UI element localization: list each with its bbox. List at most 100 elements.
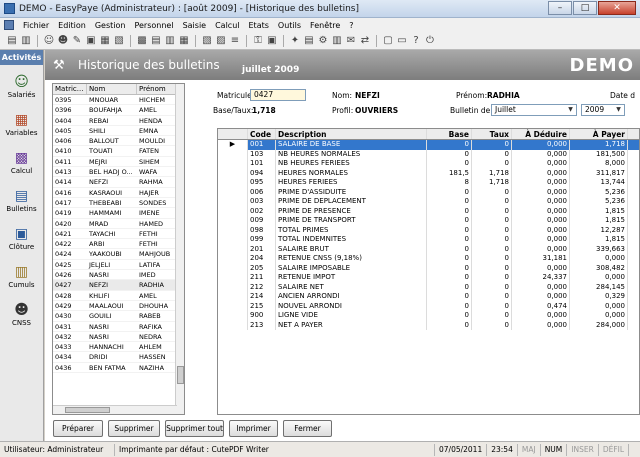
preparer-button[interactable]: Préparer [53, 420, 103, 437]
table-row[interactable]: 211 RETENUE IMPOT 0 0 24,337 0,000 [218, 273, 639, 283]
menu-personnel[interactable]: Personnel [134, 21, 173, 30]
sidebar-item-cumuls[interactable]: ▥ Cumuls [0, 260, 43, 293]
list-item[interactable]: 0428 KHLIFI AMEL [53, 291, 184, 301]
list-item[interactable]: 0416 KASRAOUI HAJER [53, 188, 184, 198]
close-button[interactable]: ✕ [598, 1, 636, 15]
menu-fenetre[interactable]: Fenêtre [310, 21, 340, 30]
sidebar-item-variables[interactable]: ▦ Variables [0, 108, 43, 141]
supprimer-button[interactable]: Supprimer [108, 420, 160, 437]
table-row[interactable]: 214 ANCIEN ARRONDI 0 0 0,000 0,329 [218, 292, 639, 302]
supprimer-tout-button[interactable]: Supprimer tout [165, 420, 224, 437]
list-item[interactable]: 0395 MNOUAR HICHEM [53, 95, 184, 106]
preview-icon[interactable]: ▥ [331, 35, 343, 47]
table-row[interactable]: 003 PRIME DE DEPLACEMENT 0 0 0,000 5,236 [218, 197, 639, 207]
menu-help[interactable]: ? [349, 21, 353, 30]
list-item[interactable]: 0410 TOUATI FATEN [53, 146, 184, 157]
list-item[interactable]: 0404 REBAI HENDA [53, 116, 184, 126]
list-item[interactable]: 0427 NEFZI RADHIA [53, 280, 184, 291]
print-icon[interactable]: ▥ [20, 35, 32, 47]
list-item[interactable]: 0419 HAMMAMI IMENE [53, 208, 184, 219]
list-item[interactable]: 0421 TAYACHI FETHI [53, 229, 184, 240]
menu-saisie[interactable]: Saisie [183, 21, 207, 30]
list-item[interactable]: 0414 NEFZI RAHMA [53, 177, 184, 188]
maximize-button[interactable]: □ [573, 1, 597, 15]
table-row[interactable]: 204 RETENUE CNSS (9,18%) 0 0 31,181 0,000 [218, 254, 639, 264]
table-row[interactable]: 006 PRIME D'ASSIDUITE 0 0 0,000 5,236 [218, 187, 639, 197]
sidebar-item-calcul[interactable]: ▩ Calcul [0, 146, 43, 179]
month-select[interactable]: Juillet ▼ [491, 104, 577, 116]
list-item[interactable]: 0396 BOUFAHJA AMEL [53, 105, 184, 116]
menu-edition[interactable]: Edition [58, 21, 86, 30]
col-prenom[interactable]: Prénom [137, 84, 176, 94]
table-row[interactable]: 215 NOUVEL ARRONDI 0 0 0,474 0,000 [218, 301, 639, 311]
list-item[interactable]: 0417 THEBEABI SONDES [53, 198, 184, 209]
table-icon[interactable]: ▨ [215, 35, 227, 47]
col-code[interactable]: Code [248, 129, 276, 139]
list-item[interactable]: 0405 SHILI EMNA [53, 126, 184, 137]
list-item[interactable]: 0422 ARBI FETHI [53, 239, 184, 250]
col-a-payer[interactable]: À Payer [570, 129, 628, 139]
help-icon[interactable]: ? [410, 35, 422, 47]
table-row[interactable]: 103 NB HEURES NORMALES 0 0 0,000 181,500 [218, 149, 639, 159]
sidebar-item-salaries[interactable]: ☺ Salariés [0, 70, 43, 103]
menu-calcul[interactable]: Calcul [215, 21, 239, 30]
tool-icon[interactable]: ✦ [289, 35, 301, 47]
list-item[interactable]: 0424 YAAKOUBI MAHJOUB [53, 249, 184, 260]
list-item[interactable]: 0436 BEN FATMA NAZIHA [53, 363, 184, 374]
scroll-thumb[interactable] [65, 407, 110, 413]
export-icon[interactable]: ▤ [303, 35, 315, 47]
employee-list-hscroll[interactable] [53, 405, 177, 414]
employee-list[interactable]: Matric... Nom Prénom 0395 MNOUAR HICHEM 039… [52, 83, 185, 415]
col-description[interactable]: Description [276, 129, 427, 139]
table-row[interactable]: 213 NET A PAYER 0 0 0,000 284,000 [218, 320, 639, 330]
settings-icon[interactable]: ⚙ [317, 35, 329, 47]
monitor-icon[interactable]: ▭ [396, 35, 408, 47]
list-item[interactable]: 0411 MEJRI SIHEM [53, 157, 184, 168]
list-item[interactable]: 0431 NASRI RAFIKA [53, 322, 184, 332]
list-item[interactable]: 0406 BALLOUT MOULDI [53, 136, 184, 147]
window-icon[interactable]: ▢ [382, 35, 394, 47]
sidebar-item-cnss[interactable]: ☻ CNSS [0, 298, 43, 331]
payslip-grid[interactable]: Code Description Base Taux À Déduire À P… [217, 128, 640, 415]
stack-tool-icon[interactable]: ▦ [178, 35, 190, 47]
document-tool-icon[interactable]: ▤ [150, 35, 162, 47]
chart-icon[interactable]: ▧ [113, 35, 125, 47]
col-nom[interactable]: Nom [87, 84, 137, 94]
table-row[interactable]: 900 LIGNE VIDE 0 0 0,000 0,000 [218, 311, 639, 321]
menu-etats[interactable]: Etats [249, 21, 269, 30]
col-taux[interactable]: Taux [472, 129, 512, 139]
edit-icon[interactable]: ✎ [71, 35, 83, 47]
list-item[interactable]: 0430 GOUILI RABEB [53, 311, 184, 322]
col-a-deduire[interactable]: À Déduire [512, 129, 570, 139]
key-icon[interactable]: ⚿ [252, 35, 264, 47]
table-row[interactable]: 205 SALAIRE IMPOSABLE 0 0 0,000 308,482 [218, 263, 639, 273]
employee-list-vscroll[interactable] [175, 84, 184, 414]
menu-outils[interactable]: Outils [278, 21, 301, 30]
col-matricule[interactable]: Matric... [53, 84, 87, 94]
users-tool-icon[interactable]: ☺ [43, 35, 55, 47]
table-row[interactable]: 098 TOTAL PRIMES 0 0 0,000 12,287 [218, 225, 639, 235]
list-item[interactable]: 0429 MAALAOUI DHOUHA [53, 301, 184, 312]
list-item[interactable]: 0432 NASRI NEDRA [53, 332, 184, 343]
year-select[interactable]: 2009 ▼ [581, 104, 625, 116]
group-icon[interactable]: ☻ [57, 35, 69, 47]
col-base[interactable]: Base [427, 129, 472, 139]
imprimer-button[interactable]: Imprimer [229, 420, 278, 437]
table-row[interactable]: 212 SALAIRE NET 0 0 0,000 284,145 [218, 282, 639, 292]
menu-gestion[interactable]: Gestion [95, 21, 126, 30]
sidebar-item-bulletins[interactable]: ▤ Bulletins [0, 184, 43, 217]
book-icon[interactable]: ▥ [164, 35, 176, 47]
lock-icon[interactable]: ▣ [266, 35, 278, 47]
fermer-button[interactable]: Fermer [283, 420, 332, 437]
list-item[interactable]: 0434 DRIDI HASSEN [53, 352, 184, 363]
table-row[interactable]: 009 PRIME DE TRANSPORT 0 0 0,000 1,815 [218, 216, 639, 226]
list-item[interactable]: 0433 HANNACHI AHLEM [53, 342, 184, 353]
minimize-button[interactable]: – [548, 1, 572, 15]
list-icon[interactable]: ≡ [229, 35, 241, 47]
new-icon[interactable]: ▤ [6, 35, 18, 47]
table-row[interactable]: 201 SALAIRE BRUT 0 0 0,000 339,663 [218, 244, 639, 254]
exit-icon[interactable]: ⏻ [424, 35, 436, 47]
table-row[interactable]: 095 HEURES FERIEES 8 1,718 0,000 13,744 [218, 178, 639, 188]
table-row[interactable]: 094 HEURES NORMALES 181,5 1,718 0,000 311,817 [218, 168, 639, 178]
table-row[interactable]: 101 NB HEURES FERIEES 0 0 0,000 8,000 [218, 159, 639, 169]
